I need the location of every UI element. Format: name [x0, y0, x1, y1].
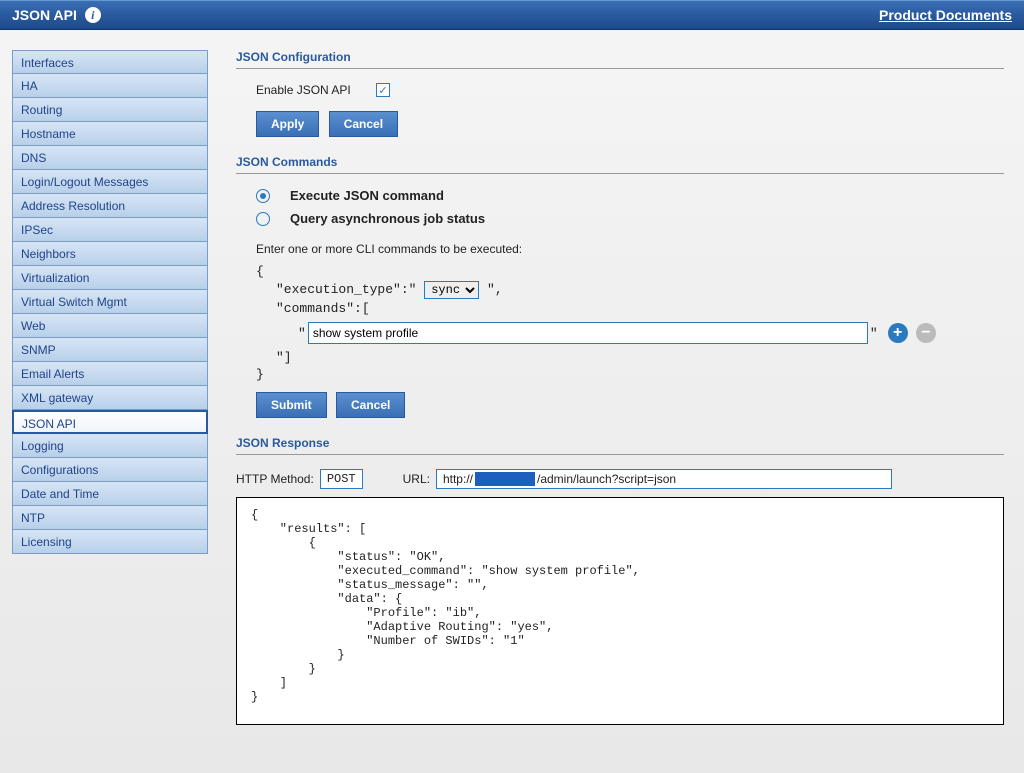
- brace-close: }: [256, 367, 1004, 382]
- command-buttons: Submit Cancel: [236, 392, 1004, 418]
- add-command-icon[interactable]: +: [888, 323, 908, 343]
- url-suffix: /admin/launch?script=json: [537, 472, 676, 486]
- command-block: Enter one or more CLI commands to be exe…: [236, 242, 1004, 382]
- sidebar-item-web[interactable]: Web: [12, 314, 208, 338]
- execution-type-select[interactable]: sync: [424, 281, 479, 299]
- radio-query-row: Query asynchronous job status: [236, 211, 1004, 226]
- radio-execute[interactable]: [256, 189, 270, 203]
- response-meta-row: HTTP Method: POST URL: http:// /admin/la…: [236, 469, 1004, 489]
- remove-command-icon: −: [916, 323, 936, 343]
- command-prompt: Enter one or more CLI commands to be exe…: [256, 242, 1004, 256]
- sidebar-item-login-logout-messages[interactable]: Login/Logout Messages: [12, 170, 208, 194]
- section-json-response: JSON Response: [236, 436, 1004, 455]
- sidebar-item-hostname[interactable]: Hostname: [12, 122, 208, 146]
- brace-open: {: [256, 264, 1004, 279]
- info-icon[interactable]: i: [85, 7, 101, 23]
- exec-type-line: "execution_type":" sync ",: [256, 281, 1004, 299]
- sidebar-item-neighbors[interactable]: Neighbors: [12, 242, 208, 266]
- url-label: URL:: [403, 472, 430, 486]
- url-value: http:// /admin/launch?script=json: [436, 469, 892, 489]
- quote-close: ": [870, 326, 878, 341]
- command-input[interactable]: [308, 322, 868, 344]
- product-documents-link[interactable]: Product Documents: [879, 7, 1012, 23]
- enable-json-row: Enable JSON API ✓: [236, 83, 1004, 97]
- url-redacted: [475, 472, 535, 486]
- page-title-text: JSON API: [12, 7, 77, 23]
- sidebar-item-configurations[interactable]: Configurations: [12, 458, 208, 482]
- radio-execute-label: Execute JSON command: [290, 188, 444, 203]
- enable-json-label: Enable JSON API: [256, 83, 376, 97]
- sidebar-item-xml-gateway[interactable]: XML gateway: [12, 386, 208, 410]
- http-method-label: HTTP Method:: [236, 472, 314, 486]
- commands-close: "]: [256, 350, 1004, 365]
- main-content: JSON Configuration Enable JSON API ✓ App…: [208, 50, 1024, 725]
- url-prefix: http://: [443, 472, 473, 486]
- sidebar-item-logging[interactable]: Logging: [12, 434, 208, 458]
- sidebar-item-ipsec[interactable]: IPSec: [12, 218, 208, 242]
- sidebar-item-ntp[interactable]: NTP: [12, 506, 208, 530]
- sidebar-item-ha[interactable]: HA: [12, 74, 208, 98]
- command-input-row: " " + −: [256, 322, 1004, 344]
- response-body: { "results": [ { "status": "OK", "execut…: [236, 497, 1004, 725]
- sidebar-item-json-api[interactable]: JSON API: [12, 410, 208, 434]
- sidebar-item-address-resolution[interactable]: Address Resolution: [12, 194, 208, 218]
- sidebar-item-routing[interactable]: Routing: [12, 98, 208, 122]
- sidebar-item-email-alerts[interactable]: Email Alerts: [12, 362, 208, 386]
- section-json-configuration: JSON Configuration: [236, 50, 1004, 69]
- sidebar-item-virtualization[interactable]: Virtualization: [12, 266, 208, 290]
- sidebar: InterfacesHARoutingHostnameDNSLogin/Logo…: [12, 50, 208, 725]
- radio-query-label: Query asynchronous job status: [290, 211, 485, 226]
- page-title: JSON API i: [12, 7, 101, 23]
- section-json-commands: JSON Commands: [236, 155, 1004, 174]
- radio-execute-row: Execute JSON command: [236, 188, 1004, 203]
- submit-button[interactable]: Submit: [256, 392, 327, 418]
- sidebar-item-interfaces[interactable]: Interfaces: [12, 50, 208, 74]
- quote-open: ": [298, 326, 306, 341]
- exec-type-prefix: "execution_type":": [276, 282, 424, 297]
- cancel-config-button[interactable]: Cancel: [329, 111, 398, 137]
- commands-open: "commands":[: [256, 301, 1004, 316]
- sidebar-item-dns[interactable]: DNS: [12, 146, 208, 170]
- radio-query[interactable]: [256, 212, 270, 226]
- sidebar-item-snmp[interactable]: SNMP: [12, 338, 208, 362]
- config-buttons: Apply Cancel: [236, 111, 1004, 137]
- sidebar-item-virtual-switch-mgmt[interactable]: Virtual Switch Mgmt: [12, 290, 208, 314]
- exec-type-suffix: ",: [487, 282, 503, 297]
- http-method-value: POST: [320, 469, 363, 489]
- apply-button[interactable]: Apply: [256, 111, 319, 137]
- enable-json-checkbox[interactable]: ✓: [376, 83, 390, 97]
- top-bar: JSON API i Product Documents: [0, 0, 1024, 30]
- sidebar-item-date-and-time[interactable]: Date and Time: [12, 482, 208, 506]
- cancel-command-button[interactable]: Cancel: [336, 392, 405, 418]
- sidebar-item-licensing[interactable]: Licensing: [12, 530, 208, 554]
